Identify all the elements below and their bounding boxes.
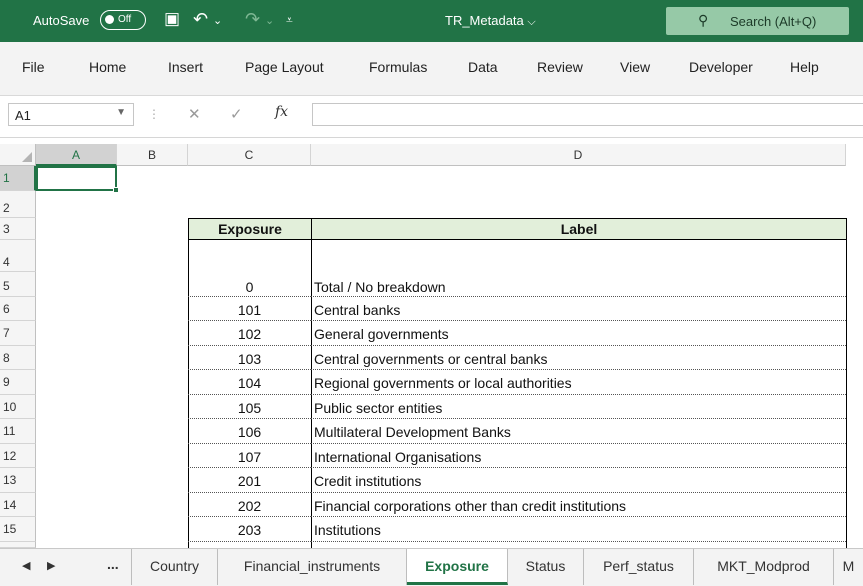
sheet-tab-exposure[interactable]: Exposure bbox=[407, 549, 508, 585]
autosave-toggle[interactable]: Off bbox=[100, 10, 146, 30]
table-cell-label[interactable]: Central banks bbox=[311, 297, 846, 321]
row-header-5[interactable]: 5 bbox=[0, 272, 36, 297]
row-header-9[interactable]: 9 bbox=[0, 370, 36, 395]
table-cell-code[interactable]: 104 bbox=[188, 370, 311, 395]
row-header-7[interactable]: 7 bbox=[0, 321, 36, 346]
row-header-1[interactable]: 1 bbox=[0, 166, 36, 191]
autosave-label: AutoSave bbox=[33, 13, 90, 28]
menu-formulas[interactable]: Formulas bbox=[369, 59, 427, 75]
document-title[interactable]: TR_Metadata ⌵ bbox=[445, 13, 536, 29]
fill-handle[interactable] bbox=[113, 187, 119, 193]
sheet-tab-perf-status[interactable]: Perf_status bbox=[584, 549, 694, 585]
row-header-15[interactable]: 15 bbox=[0, 517, 36, 542]
sheet-tab-financial-instruments[interactable]: Financial_instruments bbox=[218, 549, 407, 585]
chevron-down-icon[interactable]: ▼ bbox=[116, 107, 126, 118]
menu-help[interactable]: Help bbox=[790, 59, 819, 75]
sheet-tab-truncated[interactable]: M bbox=[834, 549, 863, 585]
file-name: TR_Metadata bbox=[445, 13, 524, 28]
undo-dropdown-icon[interactable]: ⌄ bbox=[213, 14, 222, 27]
table-header-label[interactable]: Label bbox=[311, 218, 847, 240]
name-box-value: A1 bbox=[15, 108, 31, 123]
more-sheets-button[interactable]: ... bbox=[107, 556, 119, 572]
active-cell-a1[interactable] bbox=[36, 166, 119, 193]
name-box[interactable]: A1 ▼ bbox=[8, 103, 134, 126]
menu-data[interactable]: Data bbox=[468, 59, 498, 75]
customize-toolbar-icon[interactable]: ⩡ bbox=[286, 13, 293, 28]
formula-bar: A1 ▼ ⋮ ✕ ✓ fx bbox=[0, 96, 863, 138]
toggle-knob bbox=[105, 15, 114, 24]
row-header-14[interactable]: 14 bbox=[0, 493, 36, 517]
scroll-tabs-right-icon[interactable]: ▶ bbox=[47, 559, 55, 572]
table-cell-code[interactable]: 101 bbox=[188, 297, 311, 321]
row-header-6[interactable]: 6 bbox=[0, 297, 36, 321]
table-header-exposure[interactable]: Exposure bbox=[188, 218, 312, 240]
row-header-8[interactable]: 8 bbox=[0, 346, 36, 370]
sheet-tab-bar: ◀ ▶ ... Country Financial_instruments Ex… bbox=[0, 548, 863, 586]
chevron-down-icon: ⌵ bbox=[527, 16, 536, 28]
menu-page-layout[interactable]: Page Layout bbox=[245, 59, 324, 75]
menu-view[interactable]: View bbox=[620, 59, 650, 75]
redo-dropdown-icon: ⌄ bbox=[265, 15, 275, 27]
sheet-tab-status[interactable]: Status bbox=[508, 549, 584, 585]
table-cell-label[interactable]: Financial corporations other than credit… bbox=[311, 493, 846, 517]
row-header-12[interactable]: 12 bbox=[0, 444, 36, 468]
formula-input[interactable] bbox=[312, 103, 863, 126]
table-cell-label[interactable]: Credit institutions bbox=[311, 468, 846, 493]
worksheet-grid[interactable]: A B C D 1 2 3 4 5 6 7 8 9 10 11 12 13 14… bbox=[0, 138, 863, 548]
redo-icon: ↷ bbox=[245, 9, 261, 29]
column-header-d[interactable]: D bbox=[311, 144, 846, 166]
row-header-3[interactable]: 3 bbox=[0, 218, 36, 240]
search-box[interactable]: ⚲ Search (Alt+Q) bbox=[666, 7, 849, 35]
table-cell-code[interactable]: 106 bbox=[188, 419, 311, 444]
menu-home[interactable]: Home bbox=[89, 59, 126, 75]
insert-function-icon[interactable]: fx bbox=[275, 104, 288, 120]
title-bar: AutoSave Off ▣ ↶ ⌄ ↷ ⌄ ⩡ TR_Metadata ⌵ ⚲… bbox=[0, 0, 863, 42]
table-cell-label[interactable]: Central governments or central banks bbox=[311, 346, 846, 370]
menu-insert[interactable]: Insert bbox=[168, 59, 203, 75]
more-options-icon: ⋮ bbox=[148, 107, 160, 121]
menu-developer[interactable]: Developer bbox=[689, 59, 753, 75]
table-cell-code[interactable]: 202 bbox=[188, 493, 311, 517]
table-cell-label[interactable]: International Organisations bbox=[311, 444, 846, 468]
table-cell-label[interactable]: Institutions bbox=[311, 517, 846, 542]
column-header-c[interactable]: C bbox=[188, 144, 311, 166]
row-header-2[interactable]: 2 bbox=[0, 191, 36, 218]
search-placeholder: Search (Alt+Q) bbox=[730, 14, 817, 29]
column-header-a[interactable]: A bbox=[36, 144, 117, 166]
table-cell-label[interactable]: Public sector entities bbox=[311, 395, 846, 419]
menu-file[interactable]: File bbox=[22, 59, 45, 75]
undo-icon[interactable]: ↶ bbox=[193, 9, 208, 30]
cancel-icon[interactable]: ✕ bbox=[188, 105, 201, 123]
enter-icon[interactable]: ✓ bbox=[230, 105, 243, 123]
select-all-button[interactable] bbox=[0, 144, 36, 166]
scroll-tabs-left-icon[interactable]: ◀ bbox=[22, 559, 30, 572]
table-cell-label[interactable]: Regional governments or local authoritie… bbox=[311, 370, 846, 395]
table-cell-label[interactable]: Total / No breakdown bbox=[311, 272, 846, 297]
row-header-13[interactable]: 13 bbox=[0, 468, 36, 493]
row-header-11[interactable]: 11 bbox=[0, 419, 36, 444]
table-cell-code[interactable]: 107 bbox=[188, 444, 311, 468]
sheet-tab-mkt-modprod[interactable]: MKT_Modprod bbox=[694, 549, 834, 585]
save-icon[interactable]: ▣ bbox=[164, 9, 180, 29]
ribbon-tabs: File Home Insert Page Layout Formulas Da… bbox=[0, 42, 863, 96]
table-cell-label[interactable]: General governments bbox=[311, 321, 846, 346]
row-header-4[interactable]: 4 bbox=[0, 240, 36, 272]
row-header-10[interactable]: 10 bbox=[0, 395, 36, 419]
sheet-tab-country[interactable]: Country bbox=[132, 549, 218, 585]
table-cell-code[interactable]: 201 bbox=[188, 468, 311, 493]
search-icon: ⚲ bbox=[698, 12, 709, 28]
table-cell-code[interactable]: 102 bbox=[188, 321, 311, 346]
table-cell-label[interactable]: Multilateral Development Banks bbox=[311, 419, 846, 444]
table-cell-code[interactable]: 105 bbox=[188, 395, 311, 419]
autosave-state: Off bbox=[118, 14, 132, 25]
column-header-b[interactable]: B bbox=[117, 144, 188, 166]
select-all-triangle-icon bbox=[22, 152, 32, 162]
menu-review[interactable]: Review bbox=[537, 59, 583, 75]
table-cell-code[interactable]: 203 bbox=[188, 517, 311, 542]
table-cell-code[interactable]: 0 bbox=[188, 272, 311, 297]
table-cell-code[interactable]: 103 bbox=[188, 346, 311, 370]
